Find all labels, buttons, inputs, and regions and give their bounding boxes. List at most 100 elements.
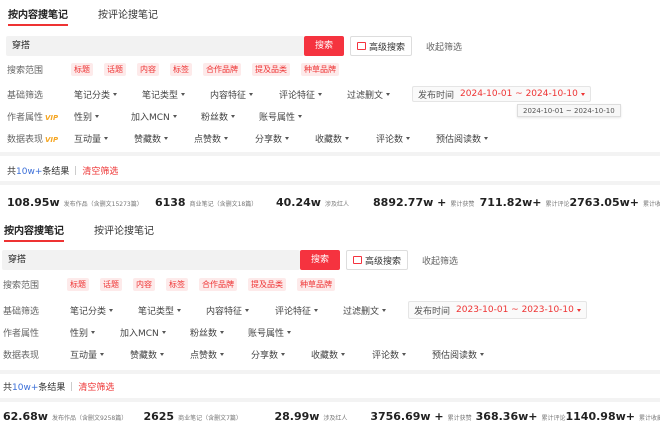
scope-chip-brand[interactable]: 合作品牌 <box>199 277 237 291</box>
scope-chip-content[interactable]: 内容 <box>133 277 155 291</box>
account-attr-dropdown[interactable]: 账号属性 <box>248 326 292 339</box>
collapse-filters-link[interactable]: 收起筛选 <box>426 40 462 53</box>
collects-dropdown[interactable]: 收藏数 <box>315 132 376 145</box>
tab-comment-search[interactable]: 按评论搜笔记 <box>94 224 154 242</box>
note-type-dropdown[interactable]: 笔记类型 <box>138 304 206 317</box>
stat-influencers: 40.24w 涉及红人 <box>275 196 349 209</box>
stat-likes: 3756.69w + 累计获赞 <box>370 410 472 423</box>
result-count: 共10w+条结果 <box>7 166 70 177</box>
shares-dropdown[interactable]: 分享数 <box>251 348 311 361</box>
scope-chip-content[interactable]: 内容 <box>137 62 159 76</box>
scope-chip-tag[interactable]: 标签 <box>170 62 192 76</box>
est-reads-dropdown[interactable]: 预估阅读数 <box>436 132 489 145</box>
scope-chip-title[interactable]: 标题 <box>67 277 89 291</box>
publish-time-label: 发布时间 <box>418 90 455 101</box>
stat-commercial: 6138 商业笔记（含删文18篇） <box>154 196 258 209</box>
interaction-dropdown[interactable]: 互动量 <box>70 348 130 361</box>
tab-comment-search[interactable]: 按评论搜笔记 <box>98 8 158 26</box>
chevron-down-icon <box>341 352 346 356</box>
note-category-dropdown[interactable]: 笔记分类 <box>74 88 142 101</box>
scope-chip-topic[interactable]: 话题 <box>104 62 126 76</box>
tab-content-search[interactable]: 按内容搜笔记 <box>8 8 68 26</box>
note-category-dropdown[interactable]: 笔记分类 <box>70 304 138 317</box>
gender-dropdown[interactable]: 性别 <box>70 326 120 339</box>
date-range-value: 2023-10-01 ~ 2023-10-10 <box>456 305 574 315</box>
likes-collects-dropdown[interactable]: 赞藏数 <box>134 132 194 145</box>
chevron-down-icon <box>245 308 250 312</box>
scope-chip-category[interactable]: 提及品类 <box>252 62 290 76</box>
likes-dropdown[interactable]: 点赞数 <box>190 348 251 361</box>
clear-filters-link[interactable]: 清空筛选 <box>78 380 114 393</box>
stats-row: 62.68w 发布作品（含删文9258篇） 2625 商业笔记（含删文7篇） 28.… <box>3 410 660 426</box>
chevron-down-icon <box>386 92 391 96</box>
content-feature-dropdown[interactable]: 内容特征 <box>206 304 275 317</box>
search-input[interactable]: 穿搭 <box>6 36 304 56</box>
basic-filter-row: 基础筛选 笔记分类 笔记类型 内容特征 评论特征 过滤删文 发布时间 2023-… <box>3 301 587 319</box>
clear-filters-link[interactable]: 清空筛选 <box>82 164 118 177</box>
search-panel-2023: 按内容搜笔记 按评论搜笔记 穿搭 搜索 高级搜索 收起筛选 搜索范围 标题 话题… <box>0 222 660 440</box>
filter-icon <box>357 42 366 50</box>
chevron-down-icon <box>484 136 489 140</box>
tab-content-search[interactable]: 按内容搜笔记 <box>4 224 64 242</box>
search-input[interactable]: 穿搭 <box>2 250 300 270</box>
search-scope-row: 搜索范围 标题 话题 内容 标签 合作品牌 提及品类 种草品牌 <box>3 277 346 291</box>
chevron-down-icon <box>285 136 290 140</box>
search-bar: 穿搭 搜索 高级搜索 收起筛选 <box>2 250 458 270</box>
note-type-dropdown[interactable]: 笔记类型 <box>142 88 210 101</box>
gender-dropdown[interactable]: 性别 <box>74 110 131 123</box>
chevron-down-icon <box>160 352 165 356</box>
publish-date-picker[interactable]: 发布时间 2023-10-01 ~ 2023-10-10 <box>408 301 587 319</box>
fans-count-dropdown[interactable]: 粉丝数 <box>201 110 259 123</box>
scope-chip-topic[interactable]: 话题 <box>100 277 122 291</box>
chevron-down-icon <box>298 114 303 118</box>
search-button[interactable]: 搜索 <box>300 250 340 270</box>
vip-badge: VIP <box>45 135 59 144</box>
divider <box>0 398 660 402</box>
divider <box>0 370 660 374</box>
likes-collects-dropdown[interactable]: 赞藏数 <box>130 348 190 361</box>
separator <box>71 381 73 391</box>
date-range-value: 2024-10-01 ~ 2024-10-10 <box>460 89 578 99</box>
search-panel-2024: 按内容搜笔记 按评论搜笔记 穿搭 搜索 高级搜索 收起筛选 搜索范围 标题 话题… <box>0 0 660 222</box>
data-filter-row: 数据表现 互动量 赞藏数 点赞数 分享数 收藏数 评论数 预估阅读数 <box>3 347 485 361</box>
collects-dropdown[interactable]: 收藏数 <box>311 348 372 361</box>
filter-deleted-dropdown[interactable]: 过滤删文 <box>343 304 408 317</box>
search-bar: 穿搭 搜索 高级搜索 收起筛选 <box>6 36 462 56</box>
chevron-down-icon <box>161 330 166 334</box>
scope-chip-seeding-brand[interactable]: 种草品牌 <box>297 277 335 291</box>
chevron-down-icon <box>181 92 186 96</box>
divider <box>0 181 660 185</box>
mcn-dropdown[interactable]: 加入MCN <box>120 326 190 339</box>
scope-chip-tag[interactable]: 标签 <box>166 277 188 291</box>
scope-chip-title[interactable]: 标题 <box>71 62 93 76</box>
search-button[interactable]: 搜索 <box>304 36 344 56</box>
scope-chip-brand[interactable]: 合作品牌 <box>203 62 241 76</box>
row-label: 搜索范围 <box>7 65 44 76</box>
mcn-dropdown[interactable]: 加入MCN <box>131 110 201 123</box>
stat-comments: 368.36w+ 累计评论 <box>475 410 566 423</box>
account-attr-dropdown[interactable]: 账号属性 <box>259 110 303 123</box>
comment-feature-dropdown[interactable]: 评论特征 <box>275 304 343 317</box>
scope-chip-category[interactable]: 提及品类 <box>248 277 286 291</box>
chevron-down-icon <box>249 92 254 96</box>
comment-feature-dropdown[interactable]: 评论特征 <box>279 88 347 101</box>
fans-count-dropdown[interactable]: 粉丝数 <box>190 326 248 339</box>
filter-deleted-dropdown[interactable]: 过滤删文 <box>347 88 412 101</box>
advanced-search-button[interactable]: 高级搜索 <box>346 250 409 270</box>
publish-date-picker[interactable]: 发布时间 2024-10-01 ~ 2024-10-10 <box>412 86 591 102</box>
scope-chip-seeding-brand[interactable]: 种草品牌 <box>301 62 339 76</box>
stat-collects: 1140.98w+ 累计收藏 <box>565 410 660 423</box>
comments-dropdown[interactable]: 评论数 <box>372 348 432 361</box>
interaction-dropdown[interactable]: 互动量 <box>74 132 134 145</box>
content-feature-dropdown[interactable]: 内容特征 <box>210 88 279 101</box>
row-label: 基础筛选 <box>7 90 44 101</box>
stat-comments: 711.82w+ 累计评论 <box>479 196 570 209</box>
divider <box>0 152 660 156</box>
result-summary: 共10w+条结果 清空筛选 <box>3 380 114 393</box>
likes-dropdown[interactable]: 点赞数 <box>194 132 255 145</box>
shares-dropdown[interactable]: 分享数 <box>255 132 315 145</box>
comments-dropdown[interactable]: 评论数 <box>376 132 436 145</box>
est-reads-dropdown[interactable]: 预估阅读数 <box>432 348 485 361</box>
advanced-search-button[interactable]: 高级搜索 <box>350 36 413 56</box>
collapse-filters-link[interactable]: 收起筛选 <box>422 254 458 267</box>
